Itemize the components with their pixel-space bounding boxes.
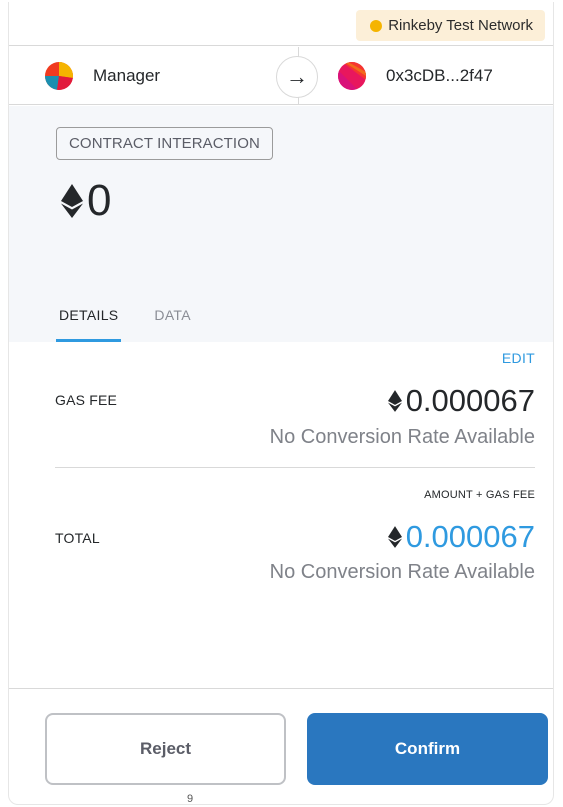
total-hint: AMOUNT + GAS FEE: [424, 489, 535, 501]
confirm-transaction-window: Rinkeby Test Network Manager → 0x3cDB...…: [8, 2, 554, 805]
arrow-right-icon: →: [276, 56, 318, 98]
detail-tabs: DETAILS DATA: [56, 287, 191, 342]
total-amount: 0.000067: [387, 519, 535, 555]
sender-name: Manager: [93, 66, 161, 85]
details-divider: [55, 467, 535, 468]
recipient-account[interactable]: 0x3cDB...2f47: [338, 47, 493, 105]
transaction-amount: 0: [87, 176, 112, 225]
amount-row: 0: [61, 174, 111, 228]
network-status-dot: [370, 19, 383, 32]
sender-account[interactable]: Manager: [45, 47, 160, 105]
action-footer: Reject Confirm 9: [9, 688, 553, 805]
total-value: 0.000067: [405, 519, 535, 554]
transaction-summary: CONTRACT INTERACTION 0 DETAILS DATA: [9, 106, 553, 342]
action-badge: CONTRACT INTERACTION: [56, 127, 273, 160]
gas-fee-label: GAS FEE: [55, 392, 118, 408]
total-conversion: No Conversion Rate Available: [269, 561, 535, 583]
network-label: Rinkeby Test Network: [388, 17, 533, 34]
confirm-button[interactable]: Confirm: [307, 713, 548, 785]
ethereum-icon: [61, 184, 83, 218]
gas-fee-amount: 0.000067: [387, 383, 535, 419]
network-selector[interactable]: Rinkeby Test Network: [356, 10, 545, 41]
sender-avatar-icon: [45, 62, 73, 90]
tab-data[interactable]: DATA: [154, 287, 190, 342]
total-label: TOTAL: [55, 530, 100, 546]
network-bar: Rinkeby Test Network: [9, 2, 553, 46]
sender-recipient-row: Manager → 0x3cDB...2f47: [9, 47, 553, 105]
page-number: 9: [187, 793, 194, 805]
ethereum-icon: [387, 390, 402, 412]
gas-fee-value: 0.000067: [405, 383, 535, 418]
reject-button[interactable]: Reject: [45, 713, 286, 785]
edit-gas-button[interactable]: EDIT: [502, 350, 535, 366]
tab-details[interactable]: DETAILS: [56, 287, 122, 342]
ethereum-icon: [387, 526, 402, 548]
recipient-address: 0x3cDB...2f47: [386, 66, 493, 85]
recipient-avatar-icon: [338, 62, 366, 90]
gas-fee-conversion: No Conversion Rate Available: [269, 426, 535, 448]
